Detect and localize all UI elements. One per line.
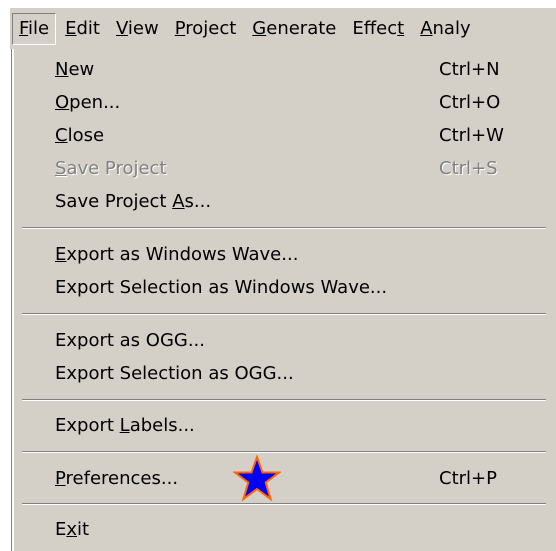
- menu-analyze-mnemonic: A: [420, 17, 433, 39]
- menu-item-new-mnemonic: N: [55, 59, 69, 80]
- menu-item-exit-text: E: [55, 519, 67, 540]
- menu-project-mnemonic: P: [174, 17, 186, 39]
- menu-item-save-project-label: Save Project: [55, 152, 167, 185]
- star-icon: [233, 455, 281, 502]
- window: File Edit View Project Generate Effect A…: [0, 0, 556, 551]
- menu-item-export-labels-label: Export Labels...: [55, 409, 195, 442]
- menu-item-export-wav[interactable]: Export as Windows Wave...: [14, 238, 534, 271]
- menu-item-exit-text-end: it: [77, 519, 90, 540]
- menu-item-export-labels-text-end: abels...: [129, 415, 195, 436]
- menu-item-save-project-as-label: Save Project As...: [55, 185, 211, 218]
- menu-item-preferences-mnemonic: P: [55, 468, 66, 489]
- menu-separator: [22, 313, 546, 315]
- menu-item-new[interactable]: New Ctrl+N: [14, 53, 534, 86]
- menu-analyze-text: naly: [432, 17, 471, 39]
- menu-view-mnemonic: V: [115, 17, 128, 39]
- menu-item-close-mnemonic: C: [55, 125, 68, 146]
- menu-item-export-selection-wav-label: Export Selection as Windows Wave...: [55, 277, 388, 298]
- menu-item-export-selection-wav[interactable]: Export Selection as Windows Wave...: [14, 271, 534, 304]
- menu-item-export-wav-text: xport as Windows Wave...: [66, 244, 299, 265]
- menu-separator: [22, 503, 546, 505]
- menu-item-export-selection-ogg[interactable]: Export Selection as OGG...: [14, 357, 534, 390]
- menu-edit-mnemonic: E: [65, 17, 77, 39]
- menu-item-save-project-text: ave Project: [66, 158, 167, 179]
- menu-item-exit[interactable]: Exit: [14, 513, 534, 546]
- menu-item-open-label: Open...: [55, 86, 120, 119]
- menu-item-new-label: New: [55, 53, 94, 86]
- menu-item-save-project-shortcut: Ctrl+S: [439, 158, 498, 179]
- menu-item-export-ogg-label: Export as OGG...: [55, 330, 206, 351]
- menu-item-export-labels[interactable]: Export Labels...: [14, 409, 534, 442]
- menu-edit-text: dit: [76, 17, 100, 39]
- menu-item-preferences-shortcut: Ctrl+P: [439, 468, 497, 489]
- menu-item-exit-label: Exit: [55, 513, 89, 546]
- menu-item-close-label: Close: [55, 119, 104, 152]
- menu-project-text: roject: [185, 17, 237, 39]
- menu-item-export-labels-mnemonic: L: [119, 415, 130, 436]
- menu-item-close-shortcut: Ctrl+W: [439, 125, 504, 146]
- menu-separator: [22, 227, 546, 229]
- menu-item-open-text: pen...: [69, 92, 121, 113]
- menu-generate[interactable]: Generate: [245, 13, 343, 45]
- menu-item-preferences-text: references...: [65, 468, 179, 489]
- menu-view-text: iew: [127, 17, 159, 39]
- menu-file-text: ile: [28, 17, 50, 39]
- menu-project[interactable]: Project: [168, 13, 244, 45]
- menu-item-open[interactable]: Open... Ctrl+O: [14, 86, 534, 119]
- menu-item-save-project-as-text-end: s...: [184, 191, 212, 212]
- menu-item-export-wav-mnemonic: E: [55, 244, 67, 265]
- menu-item-save-project-as-text: Save Project: [55, 191, 173, 212]
- menu-item-export-ogg[interactable]: Export as OGG...: [14, 324, 534, 357]
- menu-edit[interactable]: Edit: [58, 13, 107, 45]
- menu-item-export-wav-label: Export as Windows Wave...: [55, 238, 298, 271]
- menu-effect[interactable]: Effect: [345, 13, 411, 45]
- menu-generate-mnemonic: G: [252, 17, 267, 39]
- menu-item-open-shortcut: Ctrl+O: [439, 92, 501, 113]
- menu-separator: [22, 451, 546, 453]
- menu-item-exit-mnemonic: x: [66, 519, 78, 540]
- menu-item-close-text: lose: [67, 125, 105, 146]
- menu-item-save-project-mnemonic: S: [55, 158, 67, 179]
- menu-effect-mnemonic: t: [397, 17, 405, 39]
- menu-item-new-shortcut: Ctrl+N: [439, 59, 500, 80]
- menu-view[interactable]: View: [109, 13, 166, 45]
- menu-item-save-project-as[interactable]: Save Project As...: [14, 185, 534, 218]
- file-menu-dropdown: New Ctrl+N Open... Ctrl+O Close Ctrl+W S…: [11, 49, 556, 551]
- menu-item-close[interactable]: Close Ctrl+W: [14, 119, 534, 152]
- menu-generate-text: enerate: [266, 17, 337, 39]
- menu-item-open-mnemonic: O: [55, 92, 70, 113]
- menu-item-save-project: Save Project Ctrl+S: [14, 152, 534, 185]
- menu-effect-text: Effec: [352, 17, 398, 39]
- menu-file-mnemonic: F: [19, 17, 29, 39]
- menu-separator: [22, 399, 546, 401]
- menu-bar: File Edit View Project Generate Effect A…: [9, 7, 556, 49]
- menu-item-preferences-label: Preferences...: [55, 462, 178, 495]
- menu-item-export-selection-ogg-label: Export Selection as OGG...: [55, 363, 294, 384]
- menu-item-save-project-as-mnemonic: A: [172, 191, 185, 212]
- menu-item-export-labels-text: Export: [55, 415, 120, 436]
- menu-file[interactable]: File: [12, 12, 57, 45]
- menu-item-new-text: ew: [68, 59, 95, 80]
- menu-analyze[interactable]: Analy: [413, 13, 477, 45]
